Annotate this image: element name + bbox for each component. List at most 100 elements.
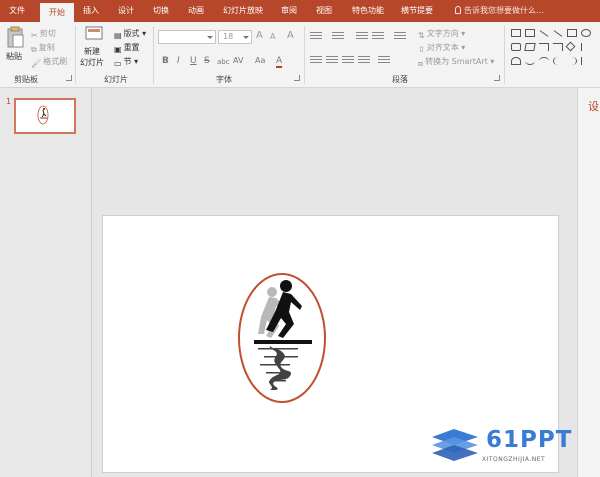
slide-editor-canvas: [93, 88, 577, 477]
wave-shape-icon[interactable]: [539, 57, 549, 65]
text-direction-button[interactable]: ⇅ 文字方向 ▾: [418, 28, 465, 40]
arc-shape-icon[interactable]: [511, 57, 521, 65]
arrow-shape-icon[interactable]: [553, 30, 563, 37]
elbow-shape-icon[interactable]: [539, 43, 549, 51]
chevron-down-icon: [243, 36, 249, 39]
new-slide-button[interactable]: 新建 幻灯片: [80, 26, 108, 72]
brush-icon: 🖌: [31, 59, 42, 68]
tab-insert[interactable]: 插入: [76, 0, 106, 22]
shadow-button[interactable]: abc: [217, 58, 230, 66]
slides-group-label: 幻灯片: [104, 75, 128, 84]
right-pane-title: 设: [588, 100, 599, 113]
runner-image[interactable]: [236, 270, 328, 406]
bullets-icon[interactable]: [310, 32, 322, 41]
align-text-icon: ⇳: [418, 45, 425, 54]
reset-button[interactable]: ▣ 重置: [114, 42, 140, 54]
justify-icon[interactable]: [358, 56, 370, 65]
italic-button[interactable]: I: [177, 56, 180, 66]
tab-home[interactable]: 开始: [40, 3, 74, 22]
tab-design[interactable]: 设计: [111, 0, 141, 22]
chevron-down-icon: [207, 36, 213, 39]
section-button[interactable]: ▭ 节 ▾: [114, 56, 138, 68]
divider: [75, 26, 76, 84]
numbering-icon[interactable]: [332, 32, 344, 41]
bracket-shape-icon[interactable]: [581, 43, 591, 51]
tab-slideshow[interactable]: 幻灯片放映: [218, 0, 268, 22]
new-slide-label-1: 新建: [84, 47, 100, 56]
slide-thumbnail[interactable]: [14, 98, 76, 134]
new-slide-icon: [85, 26, 103, 40]
shapes-gallery[interactable]: [509, 27, 600, 71]
tab-review[interactable]: 审阅: [274, 0, 304, 22]
text-direction-label: 文字方向: [426, 29, 459, 38]
font-size-combo[interactable]: 18: [218, 30, 252, 44]
shrink-font-button[interactable]: A: [270, 32, 275, 41]
rectangle-shape-icon[interactable]: [567, 29, 577, 37]
align-text-label: 对齐文本: [426, 43, 459, 52]
brace-shape-icon[interactable]: [581, 57, 591, 65]
watermark-logo: 61PPT XITONGZHIJIA.NET: [428, 425, 600, 469]
brace-left-shape-icon[interactable]: [553, 57, 563, 65]
textbox-vertical-shape-icon[interactable]: [525, 29, 535, 37]
tab-features[interactable]: 特色功能: [347, 0, 389, 22]
right-task-pane[interactable]: 设: [577, 88, 600, 477]
tab-animations[interactable]: 动画: [181, 0, 211, 22]
bold-button[interactable]: B: [162, 56, 169, 66]
underline-button[interactable]: U: [190, 56, 197, 66]
clipboard-launcher-icon[interactable]: [66, 75, 72, 81]
char-spacing-button[interactable]: AV: [233, 56, 243, 65]
text-direction-icon: ⇅: [418, 31, 425, 40]
scissors-icon: ✂: [31, 31, 38, 40]
align-text-button[interactable]: ⇳ 对齐文本 ▾: [418, 42, 465, 54]
tab-transitions[interactable]: 切换: [146, 0, 176, 22]
font-launcher-icon[interactable]: [294, 75, 300, 81]
layout-button[interactable]: ▤ 版式 ▾: [114, 28, 146, 40]
smartart-button[interactable]: ⧈ 转换为 SmartArt ▾: [418, 56, 494, 69]
connector-shape-icon[interactable]: [553, 43, 563, 51]
new-slide-label-2: 幻灯片: [80, 58, 104, 67]
copy-button[interactable]: ⧉ 复制: [31, 42, 55, 55]
rounded-rect-shape-icon[interactable]: [511, 43, 521, 51]
lightbulb-icon: [455, 6, 461, 14]
paragraph-launcher-icon[interactable]: [494, 75, 500, 81]
align-right-icon[interactable]: [342, 56, 354, 65]
align-center-icon[interactable]: [326, 56, 338, 65]
cut-label: 剪切: [39, 29, 56, 38]
textbox-shape-icon[interactable]: [511, 29, 521, 37]
curve-shape-icon[interactable]: [525, 57, 535, 65]
columns-icon[interactable]: [378, 56, 390, 65]
diamond-shape-icon[interactable]: [565, 41, 576, 52]
font-name-combo[interactable]: [158, 30, 216, 44]
line-shape-icon[interactable]: [539, 30, 549, 37]
copy-label: 复制: [38, 43, 55, 52]
slide-number: 1: [6, 97, 12, 106]
smartart-icon: ⧈: [418, 59, 424, 68]
oval-shape-icon[interactable]: [581, 29, 591, 37]
tab-file[interactable]: 文件: [0, 0, 34, 22]
ribbon-tab-bar: 文件 开始 插入 设计 切换 动画 幻灯片放映 审阅 视图 特色功能 横节提要 …: [0, 0, 600, 22]
font-color-button[interactable]: A: [276, 56, 283, 68]
format-painter-button[interactable]: 🖌 格式刷: [31, 56, 67, 68]
layout-icon: ▤: [114, 31, 122, 40]
tab-outline[interactable]: 横节提要: [396, 0, 438, 22]
tab-view[interactable]: 视图: [309, 0, 339, 22]
cut-button[interactable]: ✂ 剪切: [31, 28, 56, 40]
slide-thumbnails-pane: 1: [0, 88, 92, 477]
ribbon: 粘贴 ✂ 剪切 ⧉ 复制 🖌 格式刷 剪贴板 新建 幻灯片 ▤ 版式 ▾ ▣ 重置 ▭ 节 …: [0, 22, 600, 88]
align-left-icon[interactable]: [310, 56, 322, 65]
decrease-indent-icon[interactable]: [356, 32, 368, 41]
clipboard-group-label: 剪贴板: [14, 75, 38, 84]
clear-format-button[interactable]: A: [287, 30, 294, 41]
smartart-label: 转换为 SmartArt: [425, 57, 488, 66]
change-case-button[interactable]: Aa: [255, 56, 265, 65]
grow-font-button[interactable]: A: [256, 30, 263, 41]
increase-indent-icon[interactable]: [372, 32, 384, 41]
clipboard-icon: [7, 26, 24, 48]
tell-me-box[interactable]: 告诉我您想要做什么...: [455, 0, 544, 22]
tell-me-text: 告诉我您想要做什么...: [464, 6, 544, 15]
paste-button[interactable]: 粘贴: [4, 26, 26, 70]
strikethrough-button[interactable]: S: [204, 56, 210, 66]
line-spacing-icon[interactable]: [394, 32, 406, 41]
triangle-shape-icon[interactable]: [524, 43, 536, 51]
brace-right-shape-icon[interactable]: [567, 57, 577, 65]
